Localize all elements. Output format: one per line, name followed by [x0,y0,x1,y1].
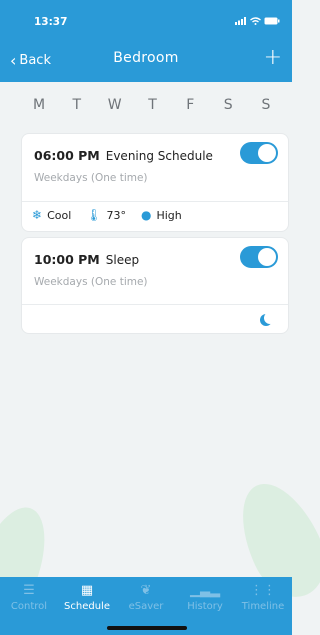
schedule-name: Sleep [105,253,140,267]
tab-timeline[interactable]: ⋮⋮ Timeline [234,581,292,612]
tab-history[interactable]: ▁▃▂ History [176,581,234,612]
status-icons [235,17,280,25]
schedule-time: 10:00 PM [34,252,100,267]
sliders-icon: ☰ [23,583,35,598]
status-bar: 13:37 [0,0,292,38]
snowflake-icon: ❄ [32,208,43,222]
leaf-icon: ❦ [140,583,152,598]
card-divider [22,304,288,305]
schedule-repeat: Weekdays (One time) [34,172,148,184]
nav-header: ‹ Back Bedroom + [0,38,292,82]
schedule-toggle[interactable] [240,246,278,268]
tab-label: eSaver [128,601,164,612]
wifi-icon [250,17,261,25]
schedule-card[interactable]: 10:00 PM Sleep Weekdays (One time) [22,238,288,333]
fan-label: High [156,208,182,222]
tab-label: Schedule [64,601,110,612]
temperature-label: 73° [106,208,127,222]
bar-chart-icon: ▁▃▂ [190,583,220,598]
page-title: Bedroom [113,50,179,66]
fan-icon: ● [141,208,152,222]
day-monday[interactable]: M [28,97,50,113]
tab-schedule[interactable]: ▦ Schedule [58,581,116,612]
day-selector: M T W T F S S [0,82,292,128]
card-divider [22,201,288,202]
day-wednesday[interactable]: W [104,97,126,113]
schedule-heading: 10:00 PM Sleep [34,252,139,267]
timeline-icon: ⋮⋮ [250,583,276,598]
tab-label: Timeline [241,601,285,612]
schedule-toggle[interactable] [240,142,278,164]
schedule-heading: 06:00 PM Evening Schedule [34,148,213,163]
tab-label: Control [10,601,48,612]
mode-label: Cool [47,208,72,222]
schedule-time: 06:00 PM [34,148,100,163]
day-tuesday[interactable]: T [66,97,88,113]
day-saturday[interactable]: S [217,97,239,113]
day-thursday[interactable]: T [141,97,163,113]
home-indicator [107,626,187,630]
day-sunday[interactable]: S [255,97,277,113]
signal-icon [235,17,246,25]
day-friday[interactable]: F [179,97,201,113]
calendar-icon: ▦ [80,583,94,598]
schedule-card[interactable]: 06:00 PM Evening Schedule Weekdays (One t… [22,134,288,231]
thermometer-icon: 🌡︎ [86,208,102,222]
moon-icon [264,312,276,324]
tab-esaver[interactable]: ❦ eSaver [117,581,175,612]
battery-icon [264,17,280,25]
tab-label: History [187,601,223,612]
schedule-name: Evening Schedule [105,149,213,163]
schedule-settings: ❄ Cool 🌡︎ 73° ● High [32,208,182,222]
status-time: 13:37 [34,16,68,28]
tab-control[interactable]: ☰ Control [0,581,58,612]
schedule-repeat: Weekdays (One time) [34,276,148,288]
add-schedule-button[interactable]: + [264,45,282,70]
